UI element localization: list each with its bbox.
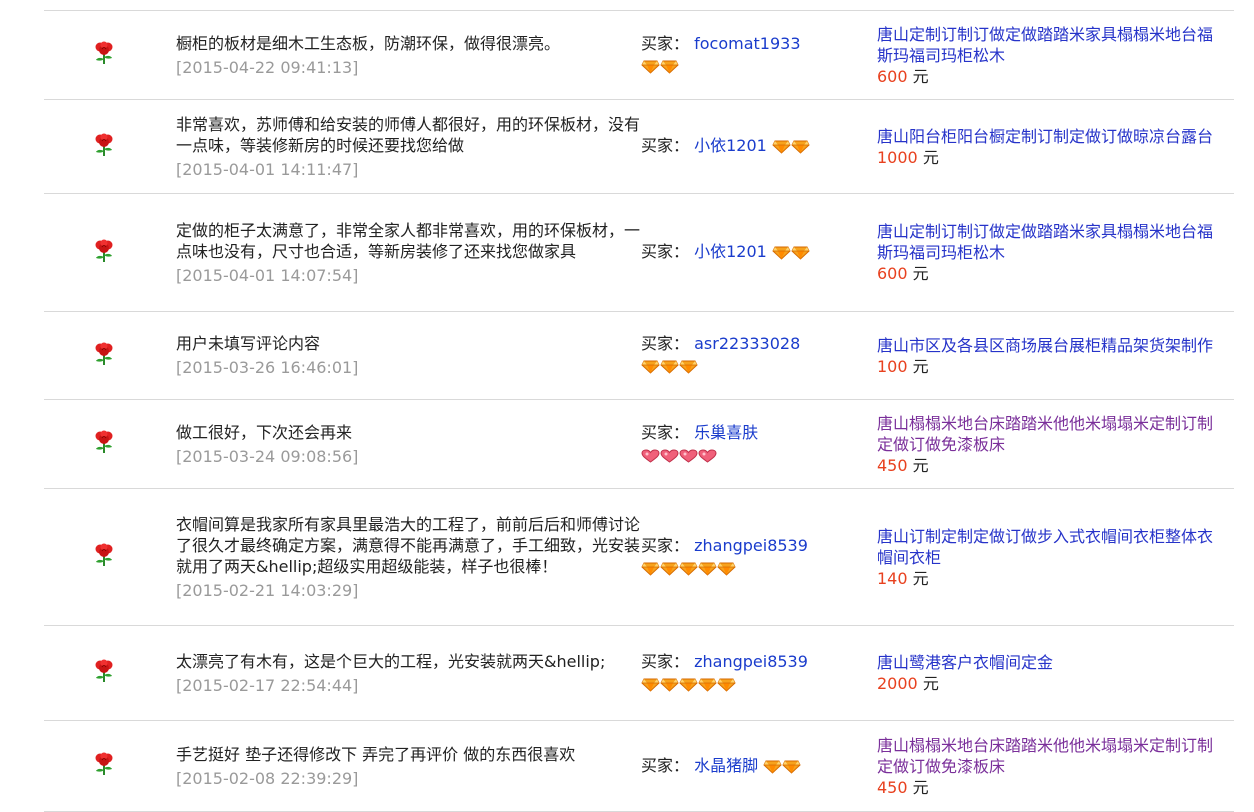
review-comment: 非常喜欢，苏师傅和给安装的师傅人都很好，用的环保板材，没有一点味，等装修新房的时… <box>176 114 641 155</box>
buyer-name-link[interactable]: 水晶猪脚 <box>694 756 758 775</box>
buyer-name-link[interactable]: focomat1933 <box>694 34 800 53</box>
product-link[interactable]: 唐山市区及各县区商场展台展柜精品架货架制作 <box>877 335 1222 356</box>
buyer-rank-badges <box>641 444 717 466</box>
price-unit: 元 <box>912 356 929 376</box>
review-time: [2015-04-22 09:41:13] <box>176 57 359 77</box>
buyer-label: 买家： <box>641 755 690 775</box>
rose-icon <box>94 133 114 161</box>
review-comment: 用户未填写评论内容 <box>176 334 321 353</box>
review-comment: 定做的柜子太满意了，非常全家人都非常喜欢，用的环保板材，一点味也没有，尺寸也合适… <box>176 220 641 261</box>
review-time: [2015-04-01 14:11:47] <box>176 159 359 179</box>
review-row: 橱柜的板材是细木工生态板，防潮环保，做得很漂亮。 [2015-04-22 09:… <box>44 11 1234 100</box>
buyer-label: 买家： <box>641 334 690 354</box>
product-link[interactable]: 唐山定制订制订做定做踏踏米家具榻榻米地台福斯玛福司玛柜松木 <box>877 221 1222 263</box>
product-link[interactable]: 唐山榻榻米地台床踏踏米他他米塌塌米定制订制定做订做免漆板床 <box>877 735 1222 777</box>
price-unit: 元 <box>912 777 929 797</box>
review-comment: 衣帽间算是我家所有家具里最浩大的工程了，前前后后和师傅讨论了很久才最终确定方案，… <box>176 514 641 576</box>
rose-icon <box>94 239 114 267</box>
review-row: 衣帽间算是我家所有家具里最浩大的工程了，前前后后和师傅讨论了很久才最终确定方案，… <box>44 489 1234 626</box>
price-unit: 元 <box>922 674 939 693</box>
product-price: 450 <box>877 777 908 797</box>
product-price: 2000 <box>877 674 918 693</box>
buyer-rank-badges <box>772 136 810 158</box>
review-row: 手艺挺好 垫子还得修改下 弄完了再评价 做的东西很喜欢 [2015-02-08 … <box>44 721 1234 812</box>
buyer-name-link[interactable]: zhangpei8539 <box>694 652 808 671</box>
buyer-rank-badges <box>641 557 736 579</box>
buyer-name-link[interactable]: 小依1201 <box>694 242 767 261</box>
review-comment: 太漂亮了有木有，这是个巨大的工程，光安装就两天&hellip; <box>176 651 606 671</box>
buyer-label: 买家： <box>641 535 690 555</box>
rose-icon <box>94 342 114 370</box>
buyer-label: 买家： <box>641 136 690 156</box>
product-price: 600 <box>877 264 908 283</box>
review-row: 做工很好，下次还会再来 [2015-03-24 09:08:56] 买家： 乐巢… <box>44 400 1234 489</box>
rose-icon <box>94 41 114 69</box>
review-time: [2015-02-21 14:03:29] <box>176 580 359 600</box>
review-row: 定做的柜子太满意了，非常全家人都非常喜欢，用的环保板材，一点味也没有，尺寸也合适… <box>44 194 1234 312</box>
product-price: 600 <box>877 66 908 86</box>
product-link[interactable]: 唐山阳台柜阳台橱定制订制定做订做晾凉台露台 <box>877 126 1222 147</box>
rose-icon <box>94 543 114 571</box>
product-link[interactable]: 唐山定制订制订做定做踏踏米家具榻榻米地台福斯玛福司玛柜松木 <box>877 24 1222 66</box>
buyer-name-link[interactable]: 小依1201 <box>694 136 767 155</box>
price-unit: 元 <box>912 264 929 283</box>
product-price: 450 <box>877 455 908 475</box>
buyer-label: 买家： <box>641 422 690 442</box>
review-row: 太漂亮了有木有，这是个巨大的工程，光安装就两天&hellip; [2015-02… <box>44 626 1234 721</box>
review-time: [2015-03-24 09:08:56] <box>176 446 359 466</box>
buyer-rank-badges <box>641 55 679 77</box>
product-price: 100 <box>877 356 908 376</box>
product-price: 140 <box>877 568 908 588</box>
product-link[interactable]: 唐山榻榻米地台床踏踏米他他米塌塌米定制订制定做订做免漆板床 <box>877 413 1222 455</box>
review-time: [2015-02-08 22:39:29] <box>176 768 359 788</box>
buyer-label: 买家： <box>641 33 690 53</box>
review-time: [2015-04-01 14:07:54] <box>176 265 359 285</box>
price-unit: 元 <box>912 66 929 86</box>
buyer-rank-badges <box>763 755 801 777</box>
review-row: 用户未填写评论内容 [2015-03-26 16:46:01] 买家： asr2… <box>44 312 1234 400</box>
buyer-name-link[interactable]: 乐巢喜肤 <box>694 423 758 442</box>
buyer-rank-badges <box>641 673 736 695</box>
review-comment: 做工很好，下次还会再来 <box>176 422 353 442</box>
review-comment: 橱柜的板材是细木工生态板，防潮环保，做得很漂亮。 <box>176 33 561 53</box>
product-link[interactable]: 唐山鹭港客户衣帽间定金 <box>877 652 1222 673</box>
rose-icon <box>94 659 114 687</box>
rose-icon <box>94 752 114 780</box>
price-unit: 元 <box>912 568 929 588</box>
review-list: 橱柜的板材是细木工生态板，防潮环保，做得很漂亮。 [2015-04-22 09:… <box>44 10 1234 812</box>
buyer-name-link[interactable]: zhangpei8539 <box>694 536 808 555</box>
buyer-label: 买家： <box>641 651 690 671</box>
buyer-rank-badges <box>772 242 810 264</box>
product-price: 1000 <box>877 147 918 167</box>
price-unit: 元 <box>922 147 939 167</box>
product-link[interactable]: 唐山订制定制定做订做步入式衣帽间衣柜整体衣帽间衣柜 <box>877 526 1222 568</box>
price-unit: 元 <box>912 455 929 475</box>
buyer-name-link[interactable]: asr22333028 <box>694 334 800 353</box>
buyer-label: 买家： <box>641 242 690 262</box>
rose-icon <box>94 430 114 458</box>
review-time: [2015-02-17 22:54:44] <box>176 675 359 695</box>
review-comment: 手艺挺好 垫子还得修改下 弄完了再评价 做的东西很喜欢 <box>176 744 576 764</box>
buyer-rank-badges <box>641 356 698 378</box>
review-row: 非常喜欢，苏师傅和给安装的师傅人都很好，用的环保板材，没有一点味，等装修新房的时… <box>44 100 1234 194</box>
review-time: [2015-03-26 16:46:01] <box>176 358 359 377</box>
